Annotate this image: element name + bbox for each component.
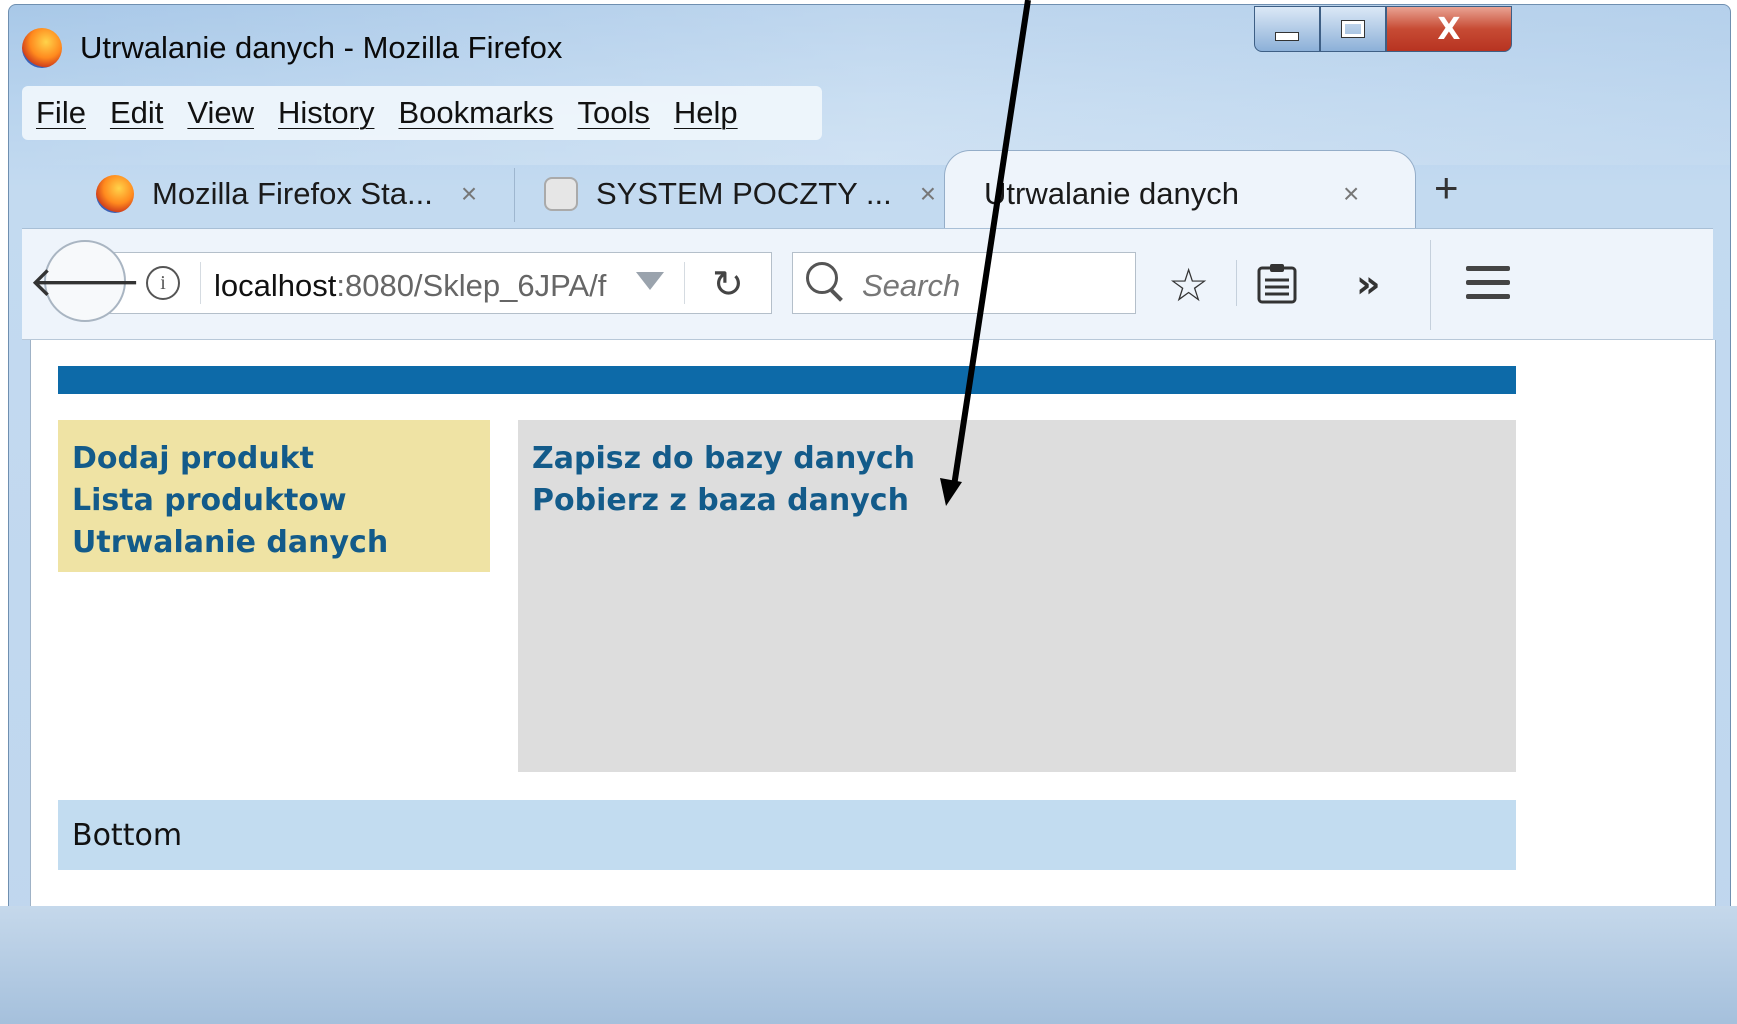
annotation-arrow (940, 0, 1031, 506)
